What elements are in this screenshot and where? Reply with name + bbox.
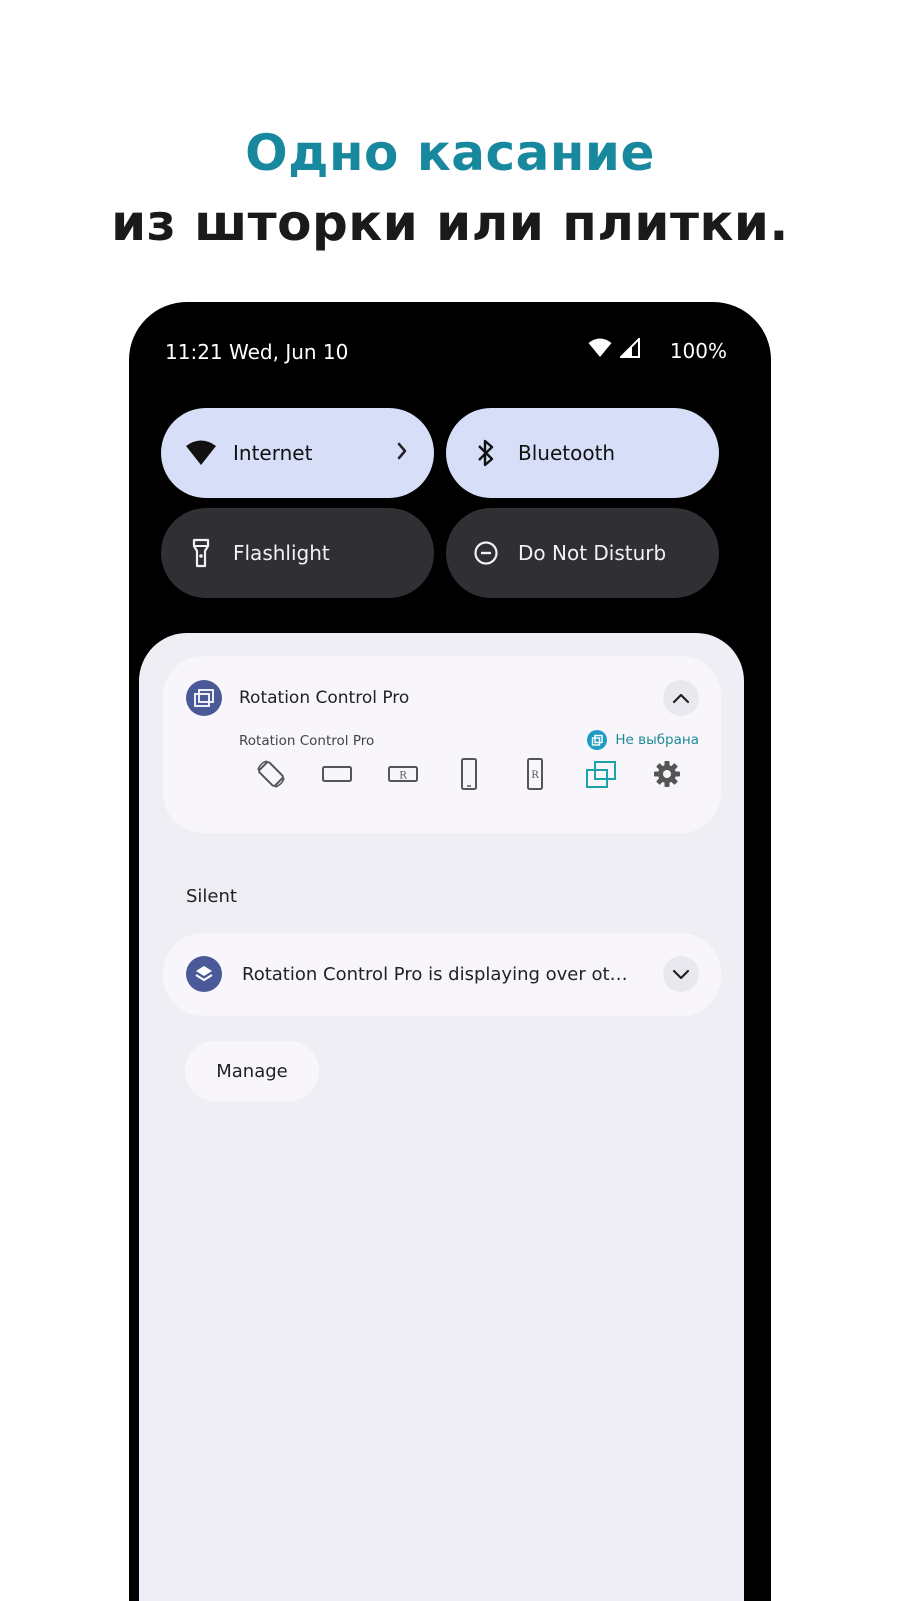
manage-button[interactable]: Manage xyxy=(185,1041,319,1101)
not-selected-icon xyxy=(587,730,608,750)
tile-do-not-disturb[interactable]: Do Not Disturb xyxy=(446,508,719,598)
chevron-right-icon xyxy=(396,441,408,466)
svg-text:R: R xyxy=(531,770,539,781)
notification-subtitle: Rotation Control Pro xyxy=(239,733,375,749)
status-time: 11:21 Wed, Jun 10 xyxy=(165,340,349,364)
settings-icon[interactable] xyxy=(649,756,685,792)
do-not-disturb-icon xyxy=(468,535,504,571)
notification-text: Rotation Control Pro is displaying over … xyxy=(242,964,628,985)
notification-title: Rotation Control Pro xyxy=(239,688,410,708)
notification-displaying-over[interactable]: Rotation Control Pro is displaying over … xyxy=(163,933,721,1016)
layers-icon xyxy=(186,956,222,992)
landscape-icon[interactable] xyxy=(319,756,355,792)
tile-label: Do Not Disturb xyxy=(518,541,667,565)
auto-rotate-icon[interactable] xyxy=(253,756,289,792)
svg-text:R: R xyxy=(399,771,407,782)
chevron-up-icon xyxy=(672,693,690,704)
phone-frame: 11:21 Wed, Jun 10 100% Internet Bluetoot… xyxy=(129,302,771,1601)
selection-status: Не выбрана xyxy=(587,730,699,750)
tile-label: Bluetooth xyxy=(518,441,616,465)
battery-level: 100% xyxy=(669,339,727,363)
selection-status-text: Не выбрана xyxy=(615,732,699,748)
wifi-icon xyxy=(183,435,219,471)
notification-shade: Rotation Control Pro Rotation Control Pr… xyxy=(139,633,744,1601)
headline-line-2: из шторки или плитки. xyxy=(111,194,789,252)
rotation-app-icon xyxy=(186,680,222,716)
expand-button[interactable] xyxy=(663,956,699,992)
tile-bluetooth[interactable]: Bluetooth xyxy=(446,408,719,498)
tile-label: Flashlight xyxy=(233,541,330,565)
collapse-button[interactable] xyxy=(663,680,699,716)
rotation-actions: R R xyxy=(253,756,685,792)
status-bar: 11:21 Wed, Jun 10 100% xyxy=(129,332,771,372)
tile-flashlight[interactable]: Flashlight xyxy=(161,508,434,598)
status-icons: 100% xyxy=(588,336,727,364)
bluetooth-icon xyxy=(468,435,504,471)
chevron-down-icon xyxy=(672,969,690,980)
section-label-silent: Silent xyxy=(186,886,237,907)
flashlight-icon xyxy=(183,535,219,571)
wifi-icon xyxy=(588,338,612,364)
portrait-icon[interactable] xyxy=(451,756,487,792)
headline-line-1: Одно касание xyxy=(245,124,655,182)
cellular-signal-icon xyxy=(618,336,640,364)
reverse-portrait-icon[interactable]: R xyxy=(517,756,553,792)
not-selected-mode-icon[interactable] xyxy=(583,756,619,792)
tile-internet[interactable]: Internet xyxy=(161,408,434,498)
tile-label: Internet xyxy=(233,441,313,465)
reverse-landscape-icon[interactable]: R xyxy=(385,756,421,792)
notification-rotation-control[interactable]: Rotation Control Pro Rotation Control Pr… xyxy=(163,656,721,833)
